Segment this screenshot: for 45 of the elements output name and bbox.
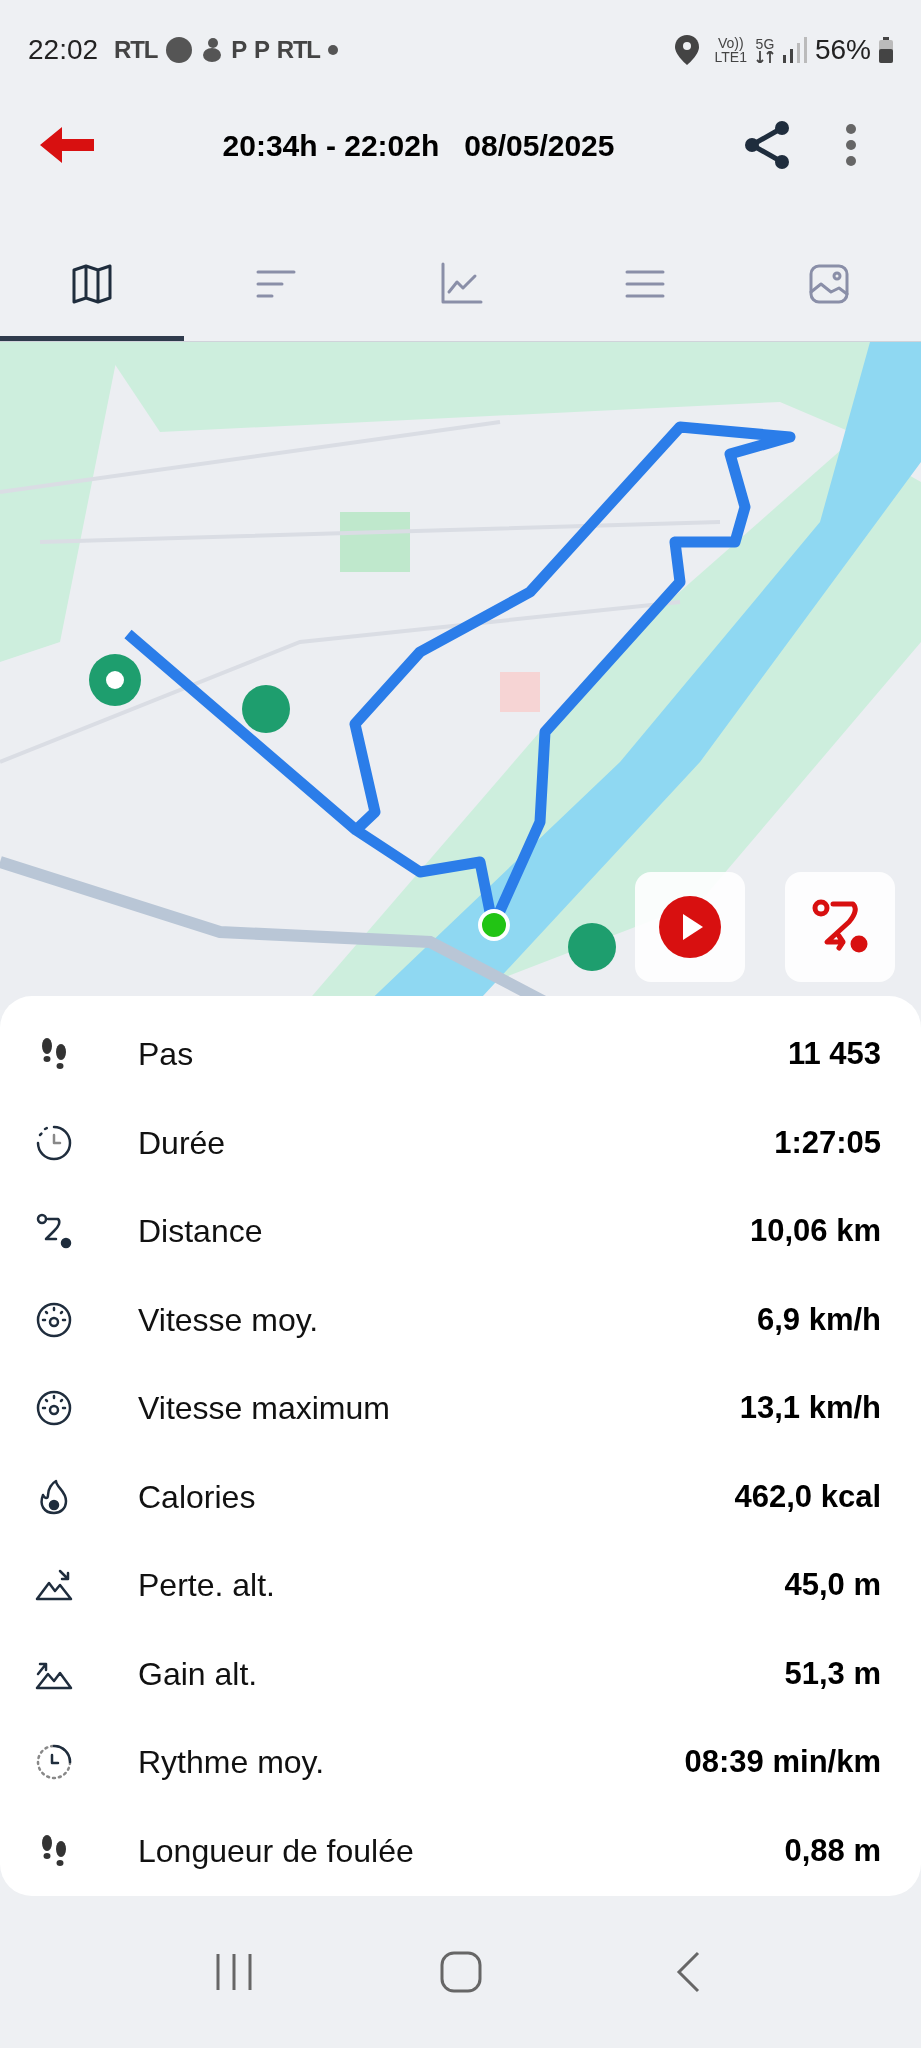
notification-icon: P [253, 38, 269, 62]
stat-value: 10,06 km [750, 1212, 882, 1250]
stat-label: Pas [138, 1035, 195, 1075]
page-title: 20:34h - 22:02h 08/05/2025 [221, 127, 616, 164]
battery-percent: 56% [814, 33, 871, 67]
back-icon [675, 1951, 700, 1993]
notification-icon: RTL [276, 38, 320, 62]
lte-label: LTE1 [714, 50, 747, 64]
stat-label: Gain alt. [138, 1654, 259, 1694]
notification-icon [165, 36, 194, 64]
stat-label: Distance [138, 1212, 264, 1252]
route-button[interactable] [785, 872, 895, 982]
stat-value: 1:27:05 [774, 1123, 882, 1162]
play-icon [659, 896, 721, 958]
stat-label: Vitesse moy. [138, 1300, 320, 1340]
location-icon [674, 35, 699, 65]
data-arrows-icon [754, 51, 775, 63]
stat-value: 51,3 m [784, 1654, 882, 1693]
stat-value: 08:39 min/km [684, 1743, 882, 1781]
stat-label: Calories [138, 1477, 257, 1517]
more-icon [845, 123, 857, 167]
notification-icon: RTL [114, 38, 158, 62]
stat-value: 0,88 m [784, 1831, 882, 1870]
notification-icon [201, 37, 224, 63]
stat-value: 462,0 kcal [734, 1477, 882, 1516]
battery-icon [879, 37, 893, 63]
notification-dot-icon [327, 45, 338, 55]
stat-value: 11 453 [787, 1035, 882, 1073]
stat-value: 45,0 m [784, 1566, 882, 1604]
back-arrow-icon [40, 125, 96, 165]
stat-label: Vitesse maximum [138, 1389, 391, 1429]
stat-label: Longueur de foulée [138, 1831, 415, 1871]
stat-value: 13,1 km/h [739, 1389, 882, 1427]
home-icon [439, 1951, 482, 1993]
stat-label: Durée [138, 1123, 227, 1163]
network-label: 5G [755, 37, 775, 51]
notification-icon: P [231, 38, 246, 62]
play-button[interactable] [635, 872, 745, 982]
clock-time: 22:02 [28, 33, 99, 67]
signal-icon [782, 37, 807, 63]
stat-label: Rythme moy. [138, 1743, 326, 1783]
volte-label: Vo)) [717, 36, 744, 50]
stat-value: 6,9 km/h [756, 1300, 882, 1339]
stat-label: Perte. alt. [138, 1566, 276, 1606]
share-icon [744, 120, 790, 170]
